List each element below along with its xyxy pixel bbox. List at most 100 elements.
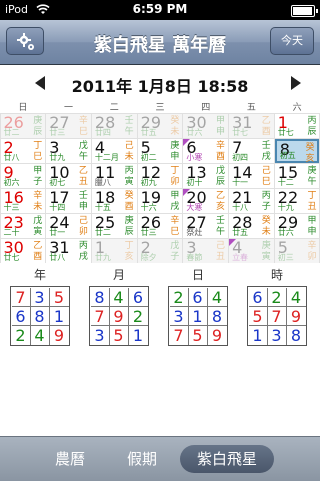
calendar-day-cell[interactable]: 4 十二月己未	[91, 138, 137, 163]
calendar-day-cell[interactable]: 24 廿一己卯	[46, 213, 91, 238]
lunar-date: 立春	[232, 252, 249, 262]
calendar-day-cell[interactable]: 21 十八丙子	[229, 188, 274, 213]
ganzhi-column: 乙酉	[33, 241, 42, 263]
calendar-day-cell[interactable]: 26 廿三辛巳	[137, 213, 183, 238]
calendar-day-cell[interactable]: 20 大寒乙亥	[183, 188, 229, 213]
fly-star-number: 3	[91, 325, 110, 345]
calendar-day-cell[interactable]: 15 十二庚午	[274, 163, 320, 188]
settings-button[interactable]	[6, 27, 44, 55]
calendar-day-cell[interactable]: 2 除夕戊子	[137, 238, 183, 263]
fly-star-number: 3	[30, 287, 50, 307]
calendar-day-cell[interactable]: 30 廿六甲申	[183, 113, 229, 138]
weekday-label: 二	[109, 103, 119, 113]
fly-star-number: 2	[169, 287, 189, 307]
tab-holidays[interactable]: 假期	[112, 445, 172, 473]
fly-star-number: 8	[30, 306, 50, 326]
calendar-day-cell[interactable]: 9 初六甲子	[0, 163, 46, 188]
ganzhi-char: 戊	[78, 140, 88, 151]
lunar-date: 初七	[49, 177, 66, 187]
calendar-day-cell[interactable]: 12 初九丁卯	[137, 163, 183, 188]
fly-star-number: 4	[286, 288, 306, 307]
calendar-day-cell[interactable]: 29 廿六甲申	[274, 213, 320, 238]
calendar-day-cell[interactable]: 19 十六甲戌	[137, 188, 183, 213]
fly-star-number: 9	[211, 325, 223, 345]
status-time: 6:59 PM	[132, 2, 188, 16]
calendar-day-cell[interactable]: 8 初五癸亥	[274, 138, 320, 165]
calendar-day-cell[interactable]: 13 初十戊辰	[183, 163, 229, 188]
ganzhi-column: 辛卯	[307, 241, 316, 263]
calendar-day-cell[interactable]: 28 廿四壬午	[91, 113, 137, 138]
calendar-day-cell[interactable]: 4 立春庚寅	[229, 238, 274, 263]
weekday-label: 日	[18, 103, 28, 113]
lunar-date: 十六	[140, 202, 157, 212]
ganzhi-char: 子	[261, 201, 271, 212]
ganzhi-column: 丁卯	[170, 166, 179, 188]
calendar-day-cell[interactable]: 1 廿七丙辰	[274, 113, 320, 138]
calendar-day-cell[interactable]: 5 初三辛卯	[274, 238, 320, 263]
ganzhi-column: 辛巳	[170, 216, 179, 238]
ganzhi-char: 戊	[33, 215, 43, 226]
calendar-day-cell[interactable]: 14 十一己巳	[229, 163, 274, 188]
date-header: 2011年 1月8日 18:58	[0, 65, 320, 101]
calendar-day-cell[interactable]: 1 廿九丁亥	[91, 238, 137, 263]
calendar-day-cell[interactable]: 17 十四壬申	[46, 188, 91, 213]
calendar-day-cell[interactable]: 27 祭灶壬午	[183, 213, 229, 238]
calendar-day-cell[interactable]: 30 廿七乙酉	[0, 238, 46, 263]
calendar-day-cell[interactable]: 29 廿五癸未	[137, 113, 183, 138]
lunar-date: 大寒	[186, 202, 203, 212]
ganzhi-char: 癸	[170, 115, 180, 126]
tab-lunar[interactable]: 農曆	[40, 445, 100, 473]
lunar-date: 十九	[277, 202, 294, 212]
calendar-day-cell[interactable]: 16 十三辛未	[0, 188, 46, 213]
calendar-day-cell[interactable]: 10 初七乙丑	[46, 163, 91, 188]
today-button[interactable]: 今天	[270, 27, 314, 55]
ganzhi-char: 辛	[33, 190, 43, 201]
ganzhi-column: 戊子	[170, 241, 179, 263]
weekday-label: 三	[155, 103, 165, 113]
lunar-date: 廿八	[3, 152, 20, 162]
ganzhi-char: 申	[216, 126, 226, 137]
lunar-date: 十三	[3, 202, 20, 212]
lunar-date: 初九	[140, 177, 157, 187]
calendar-day-cell[interactable]: 31 廿七乙酉	[229, 113, 274, 138]
ganzhi-char: 戌	[170, 201, 180, 212]
calendar-day-cell[interactable]: 23 二十戊寅	[0, 213, 46, 238]
tab-fly-star[interactable]: 紫白飛星	[180, 445, 274, 473]
calendar-day-cell[interactable]: 22 十九丁丑	[274, 188, 320, 213]
ganzhi-column: 癸亥	[305, 143, 314, 165]
calendar-day-cell[interactable]: 18 十五癸酉	[91, 188, 137, 213]
fly-star-number: 6	[11, 306, 31, 326]
ganzhi-column: 辛未	[33, 191, 42, 213]
lunar-date: 廿七	[277, 127, 294, 137]
calendar-day-cell[interactable]: 25 廿二庚辰	[91, 213, 137, 238]
calendar-day-cell[interactable]: 26 廿二庚辰	[0, 113, 46, 138]
ganzhi-column: 壬午	[125, 116, 134, 138]
ganzhi-column: 甲子	[33, 166, 42, 188]
calendar-day-cell[interactable]: 7 初四壬戌	[229, 138, 274, 163]
next-arrow-icon[interactable]	[289, 75, 303, 91]
ganzhi-char: 庚	[124, 215, 134, 226]
calendar-day-cell[interactable]: 5 初二庚申	[137, 138, 183, 163]
nav-bar: 紫白飛星 萬年曆 今天	[0, 20, 320, 65]
ganzhi-char: 酉	[261, 126, 271, 137]
ganzhi-column: 丙戌	[79, 241, 88, 263]
calendar-day-cell[interactable]: 3 廿九戊午	[46, 138, 91, 163]
status-bar: iPod 6:59 PM	[0, 0, 320, 20]
ganzhi-char: 寅	[33, 226, 43, 237]
calendar-day-cell[interactable]: 3 春節己丑	[183, 238, 229, 263]
ganzhi-char: 申	[307, 226, 317, 237]
ganzhi-column: 癸未	[262, 216, 271, 238]
calendar-day-cell[interactable]: 6 小寒辛酉	[183, 138, 229, 163]
previous-arrow-icon[interactable]	[33, 75, 47, 91]
calendar-day-cell[interactable]: 11 臘八丙寅	[91, 163, 137, 188]
weekday-label: 六	[292, 103, 302, 113]
fly-star-number: 4	[31, 325, 50, 345]
ganzhi-column: 甲申	[307, 216, 316, 238]
ganzhi-char: 戌	[78, 251, 88, 262]
calendar-day-cell[interactable]: 27 廿三辛巳	[46, 113, 91, 138]
calendar-day-cell[interactable]: 31 廿八丙戌	[46, 238, 91, 263]
calendar-day-cell[interactable]: 28 廿五癸未	[229, 213, 274, 238]
calendar-day-cell[interactable]: 2 廿八丁巳	[0, 138, 46, 163]
ganzhi-column: 壬申	[79, 191, 88, 213]
fly-star-number: 7	[90, 306, 110, 326]
